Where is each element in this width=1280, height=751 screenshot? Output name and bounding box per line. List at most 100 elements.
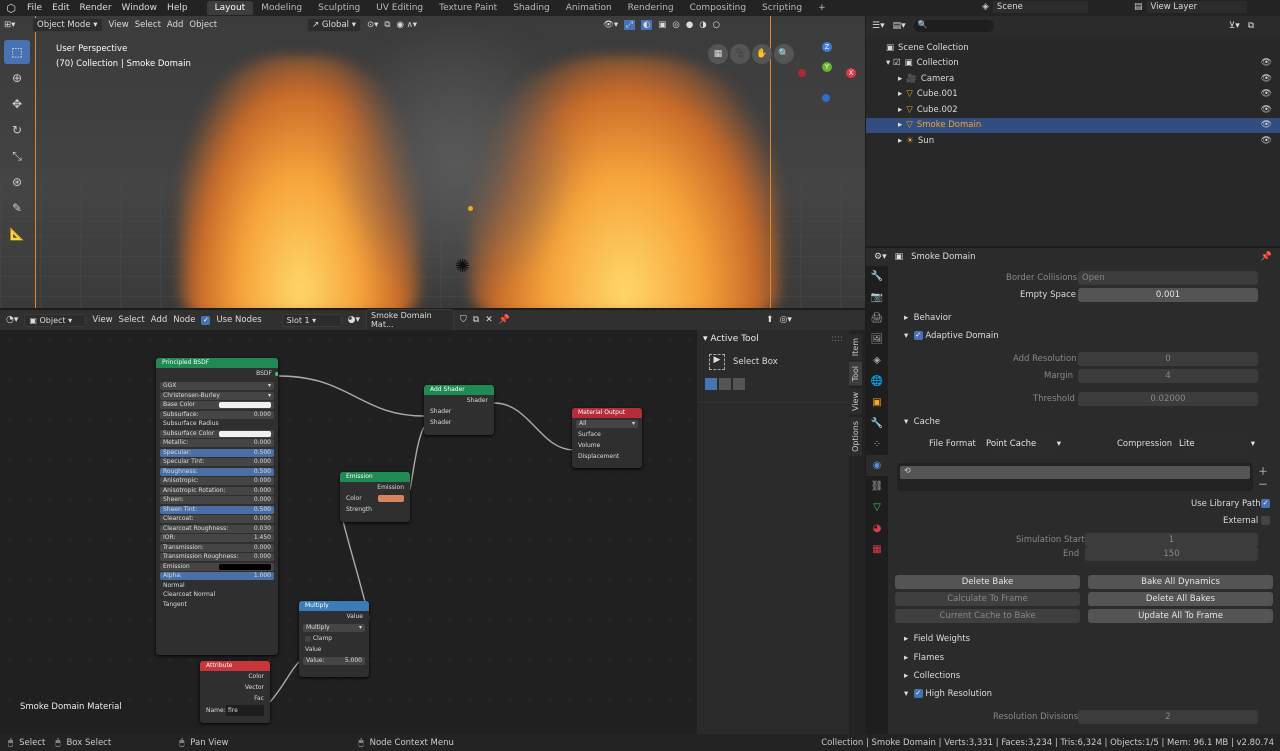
outliner-item[interactable]: ▸ ☀ Sun 👁 <box>866 133 1280 149</box>
tab-modeling[interactable]: Modeling <box>253 1 310 15</box>
bsdf-input-row[interactable]: Subsurface Radius <box>160 420 274 428</box>
file-format-dropdown[interactable]: Point Cache ▾ <box>982 437 1064 451</box>
grid-view-icon[interactable]: ▦ <box>708 44 728 64</box>
shading-solid-icon[interactable]: ● <box>686 20 693 30</box>
adaptive-domain-header[interactable]: ▾ ✓ Adaptive Domain <box>904 331 999 341</box>
tab-view[interactable]: View <box>849 387 862 415</box>
high-resolution-checkbox[interactable]: ✓ <box>913 689 923 698</box>
measure-tool-icon[interactable]: 📐 <box>4 222 30 246</box>
gizmo-toggle-icon[interactable]: ⤢ <box>624 20 635 30</box>
select-box-tool-icon[interactable]: ⬚ <box>4 40 30 64</box>
node-menu-select[interactable]: Select <box>119 315 145 325</box>
pivot-icon[interactable]: ⊙▾ <box>367 20 378 30</box>
overlay-icon[interactable]: ◐ <box>640 20 653 30</box>
xray-icon[interactable]: ▣ <box>658 20 666 30</box>
select-box-icon[interactable]: ▶ <box>709 354 725 370</box>
scale-tool-icon[interactable]: ⤡ <box>4 144 30 168</box>
rotate-tool-icon[interactable]: ↻ <box>4 118 30 142</box>
axis-gizmo[interactable]: Z Y X <box>798 42 860 102</box>
bsdf-color-swatch[interactable] <box>219 563 271 570</box>
shading-material-icon[interactable]: ◑ <box>699 20 706 30</box>
cache-panel-header[interactable]: ▾ Cache <box>904 417 940 427</box>
expand-icon[interactable]: ▸ <box>898 120 902 130</box>
pin-icon[interactable]: 📌 <box>499 315 510 325</box>
output-target-dropdown[interactable]: All ▾ <box>576 419 638 428</box>
new-collection-icon[interactable]: ⧉ <box>1248 21 1254 31</box>
tab-compositing[interactable]: Compositing <box>682 1 754 15</box>
calculate-to-frame-button[interactable]: Calculate To Frame <box>895 592 1080 606</box>
outliner-item[interactable]: ▸ 🎥 Camera 👁 <box>866 71 1280 87</box>
margin-field[interactable]: 4 <box>1078 369 1258 383</box>
display-mode-icon[interactable]: ▤▾ <box>893 21 906 31</box>
empty-space-field[interactable]: 0.001 <box>1078 288 1258 302</box>
shading-rendered-icon[interactable]: ○ <box>713 20 720 30</box>
outliner-search-field[interactable]: 🔍 <box>913 20 994 32</box>
editor-type-icon[interactable]: ⊞▾ <box>4 20 26 30</box>
cache-list-item[interactable]: ⟲ <box>900 466 1250 479</box>
tool-props-icon[interactable]: 🔧 <box>866 266 888 287</box>
bsdf-input-row[interactable]: Emission <box>160 562 274 571</box>
tab-scripting[interactable]: Scripting <box>754 1 810 15</box>
add-shader-title[interactable]: Add Shader <box>424 385 494 395</box>
material-name-field[interactable]: Smoke Domain Mat... <box>366 309 455 331</box>
external-checkbox[interactable] <box>1261 516 1270 525</box>
tab-item[interactable]: Item <box>849 334 862 361</box>
expand-icon[interactable]: ▸ <box>898 89 902 99</box>
end-frame-field[interactable]: 150 <box>1085 547 1258 561</box>
expand-icon[interactable]: ▾ ☑ <box>886 58 901 68</box>
view-layer-selector[interactable]: ▤ View Layer <box>1134 1 1247 13</box>
bsdf-input-row[interactable]: Transmission Roughness: 0.000 <box>160 553 274 562</box>
visibility-eye-icon[interactable]: 👁 <box>1261 136 1272 146</box>
add-shader-node[interactable]: Add Shader Shader Shader Shader <box>424 385 494 435</box>
simulation-start-field[interactable]: 1 <box>1085 533 1258 547</box>
texture-props-icon[interactable]: ▦ <box>866 539 888 560</box>
viewport-menu-add[interactable]: Add <box>167 20 183 30</box>
slot-dropdown[interactable]: Slot 1 ▾ <box>281 313 342 327</box>
outliner-item[interactable]: ▸ ▽ Cube.002 👁 <box>866 102 1280 118</box>
zoom-view-icon[interactable]: 🔍 <box>774 44 794 64</box>
annotate-tool-icon[interactable]: ✎ <box>4 196 30 220</box>
current-cache-to-bake-button[interactable]: Current Cache to Bake <box>895 609 1080 623</box>
expand-icon[interactable]: ▸ <box>898 136 902 146</box>
view-layer-props-icon[interactable]: 🖼 <box>866 329 888 350</box>
bsdf-output-socket[interactable] <box>275 371 278 376</box>
render-props-icon[interactable]: 📷 <box>866 287 888 308</box>
blender-logo-icon[interactable]: ⬡ <box>0 2 22 15</box>
bsdf-color-swatch[interactable] <box>219 402 271 409</box>
node-menu-view[interactable]: View <box>92 315 112 325</box>
axis-x[interactable]: X <box>846 68 856 78</box>
menu-help[interactable]: Help <box>162 3 193 13</box>
mode-dropdown[interactable]: Object Mode ▾ <box>32 18 103 32</box>
node-editor-type-icon[interactable]: ◔▾ <box>6 315 18 325</box>
use-library-path-checkbox[interactable]: ✓ <box>1261 499 1270 508</box>
bsdf-input-row[interactable]: Sheen: 0.000 <box>160 496 274 505</box>
object-props-icon[interactable]: ▣ <box>866 392 888 413</box>
multiply-title[interactable]: Multiply <box>299 601 369 611</box>
output-props-icon[interactable]: 🖨 <box>866 308 888 329</box>
compression-dropdown[interactable]: Lite ▾ <box>1175 437 1258 451</box>
parent-node-icon[interactable]: ⬆ <box>766 315 774 325</box>
menu-edit[interactable]: Edit <box>47 3 74 13</box>
bsdf-node-title[interactable]: Principled BSDF <box>156 358 278 368</box>
axis-z[interactable]: Z <box>822 42 832 52</box>
tab-uv-editing[interactable]: UV Editing <box>368 1 431 15</box>
bsdf-input-row[interactable]: Tangent <box>160 601 274 609</box>
attribute-node[interactable]: Attribute Color Vector Fac Name: fire <box>200 661 270 723</box>
tab-tool[interactable]: Tool <box>849 362 862 386</box>
properties-editor-icon[interactable]: ⚙▾ <box>874 252 887 262</box>
bsdf-input-row[interactable]: Specular Tint: 0.000 <box>160 458 274 467</box>
move-tool-icon[interactable]: ✥ <box>4 92 30 116</box>
tab-rendering[interactable]: Rendering <box>620 1 682 15</box>
tab-options[interactable]: Options <box>849 416 862 456</box>
bsdf-input-row[interactable]: Base Color <box>160 401 274 410</box>
bsdf-input-row[interactable]: Roughness: 0.500 <box>160 467 274 476</box>
material-browse-icon[interactable]: ◕▾ <box>348 315 360 325</box>
particles-props-icon[interactable]: ⁘ <box>866 434 888 455</box>
viewport-menu-object[interactable]: Object <box>189 20 217 30</box>
pan-view-icon[interactable]: ✋ <box>752 44 772 64</box>
multiply-value-field[interactable]: Value: 5.000 <box>303 657 365 666</box>
add-resolution-field[interactable]: 0 <box>1078 352 1258 366</box>
delete-bake-button[interactable]: Delete Bake <box>895 575 1080 589</box>
snap-icon[interactable]: ⧉ <box>384 20 390 30</box>
point-cache-list[interactable]: ⟲ <box>897 463 1253 491</box>
